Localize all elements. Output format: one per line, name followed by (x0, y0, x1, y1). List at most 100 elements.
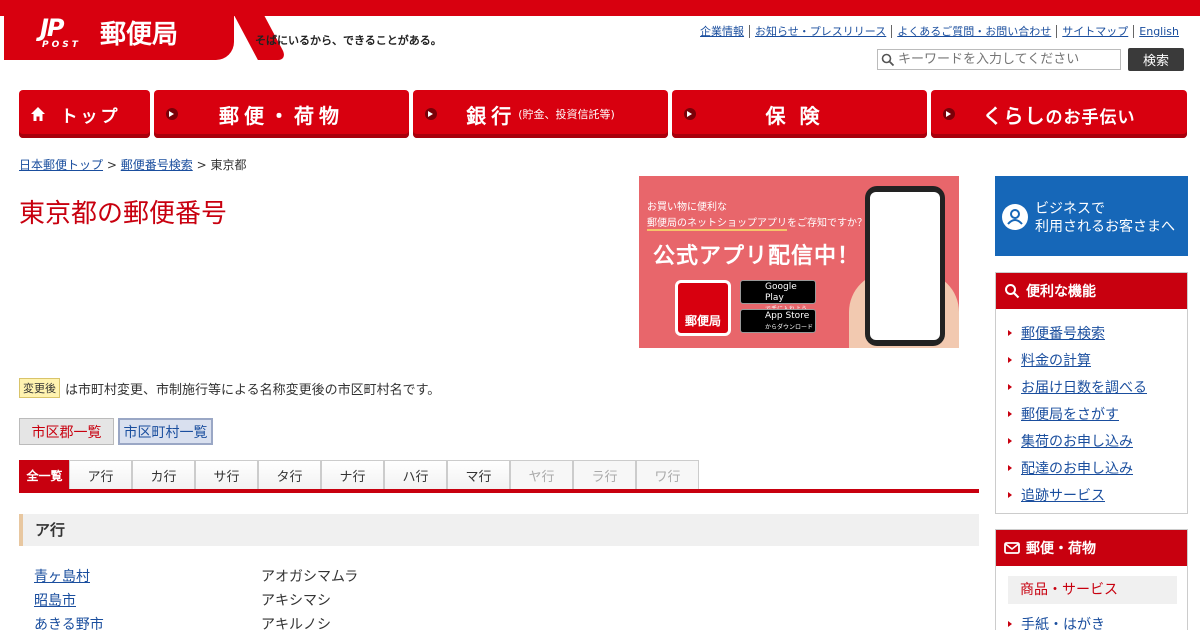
mail-list: 手紙・はがき (996, 604, 1187, 630)
sidebar-item-delivery-days: お届け日数を調べる (1008, 373, 1187, 400)
tab-sa[interactable]: サ行 (195, 460, 258, 489)
mail-subheading: 商品・サービス (1008, 576, 1177, 604)
feature-link[interactable]: 料金の計算 (1021, 350, 1091, 370)
sidebar-item-postal-search: 郵便番号検索 (1008, 319, 1187, 346)
google-play-label: Google Play (765, 282, 797, 303)
list-item: 昭島市 アキシマシ (34, 590, 734, 614)
app-banner[interactable]: お買い物に便利な 郵便局のネットショップアプリをご存知ですか？ 公式アプリ配信中… (639, 176, 959, 348)
tab-ha[interactable]: ハ行 (384, 460, 447, 489)
feature-link[interactable]: 郵便局をさがす (1021, 404, 1119, 424)
feature-link[interactable]: 追跡サービス (1021, 485, 1105, 505)
kana-tabs: 全一覧 ア行 カ行 サ行 タ行 ナ行 ハ行 マ行 ヤ行 ラ行 ワ行 (19, 460, 979, 493)
legend: 変更後 は市町村変更、市制施行等による名称変更後の市区町村名です。 (19, 378, 440, 398)
tab-ta[interactable]: タ行 (258, 460, 321, 489)
nav-top[interactable]: トップ (19, 90, 150, 138)
breadcrumb-home[interactable]: 日本郵便トップ (19, 158, 103, 172)
banner-headline: 公式アプリ配信中！ (653, 244, 861, 269)
sidebar-item-find-office: 郵便局をさがす (1008, 400, 1187, 427)
sidebar-item-tracking: 追跡サービス (1008, 481, 1187, 508)
nav-mail-label: 郵便・荷物 (219, 103, 344, 128)
breadcrumb: 日本郵便トップ > 郵便番号検索 > 東京都 (19, 156, 246, 173)
gun-list-button[interactable]: 市区郡一覧 (19, 418, 114, 445)
tab-a[interactable]: ア行 (69, 460, 132, 489)
nav-life-small: のお手伝い (1045, 107, 1136, 128)
sidebar-item-letters: 手紙・はがき (1008, 610, 1187, 630)
logo-post: POST (42, 40, 81, 50)
tab-ka[interactable]: カ行 (132, 460, 195, 489)
nav-insurance[interactable]: 保険 (672, 90, 927, 138)
banner-line2-rest: をご存知ですか？ (787, 218, 867, 229)
chevron-right-icon (943, 108, 955, 120)
logo-text: 郵便局 (100, 20, 179, 50)
home-icon (31, 107, 45, 121)
mail-panel: 郵便・荷物 商品・サービス 手紙・はがき (995, 529, 1188, 630)
page-title: 東京都の郵便番号 (19, 199, 228, 229)
feature-link[interactable]: お届け日数を調べる (1021, 377, 1147, 397)
city-link[interactable]: 青ヶ島村 (34, 566, 90, 586)
breadcrumb-sep: > (196, 158, 207, 172)
tab-wa: ワ行 (636, 460, 699, 489)
nav-insurance-label: 保険 (765, 103, 834, 128)
business-line2: 利用されるお客さまへ (1035, 219, 1175, 235)
nav-bank[interactable]: 銀行 (貯金、投資信託等) (413, 90, 668, 138)
tab-ra: ラ行 (573, 460, 636, 489)
features-list: 郵便番号検索 料金の計算 お届け日数を調べる 郵便局をさがす 集荷のお申し込み … (996, 309, 1187, 508)
person-icon (1002, 204, 1028, 230)
nav-life[interactable]: くらしのお手伝い (931, 90, 1187, 138)
feature-link[interactable]: 集荷のお申し込み (1021, 431, 1133, 451)
features-header: 便利な機能 (996, 273, 1187, 309)
sidebar-item-fee: 料金の計算 (1008, 346, 1187, 373)
changed-badge: 変更後 (19, 378, 60, 398)
section-heading: ア行 (19, 514, 979, 546)
tab-ya: ヤ行 (510, 460, 573, 489)
feature-link[interactable]: 配達のお申し込み (1021, 458, 1133, 478)
nav-mail[interactable]: 郵便・荷物 (154, 90, 409, 138)
chevron-right-icon (166, 108, 178, 120)
jp-post-logo-icon: JP POST (40, 14, 92, 52)
city-kana: アキシマシ (261, 593, 331, 609)
search-input[interactable] (898, 52, 1113, 67)
search-button[interactable]: 検索 (1128, 48, 1184, 71)
nav-top-label: トップ (60, 106, 121, 127)
link-corporate[interactable]: 企業情報 (695, 25, 749, 38)
shop-app-icon: 郵便局 (675, 280, 731, 336)
nav-bank-label: 銀行 (466, 103, 517, 128)
nav-bank-sub: (貯金、投資信託等) (518, 108, 615, 121)
phone-image (865, 186, 945, 346)
link-sitemap[interactable]: サイトマップ (1056, 25, 1133, 38)
tab-ma[interactable]: マ行 (447, 460, 510, 489)
mail-title: 郵便・荷物 (1026, 541, 1096, 557)
search-icon (1005, 284, 1020, 299)
link-faq[interactable]: よくあるご質問・お問い合わせ (891, 25, 1056, 38)
logo-mark: JP (40, 14, 64, 42)
tab-na[interactable]: ナ行 (321, 460, 384, 489)
search-box (877, 49, 1121, 70)
logo-area[interactable]: JP POST 郵便局 (4, 0, 234, 60)
breadcrumb-search[interactable]: 郵便番号検索 (121, 158, 193, 172)
city-list: 青ヶ島村 アオガシマムラ 昭島市 アキシマシ あきる野市 アキルノシ (34, 566, 734, 630)
app-store-label: App Store (765, 311, 810, 321)
mail-link[interactable]: 手紙・はがき (1021, 614, 1105, 630)
feature-link[interactable]: 郵便番号検索 (1021, 323, 1105, 343)
app-store-badge[interactable]: App Store からダウンロード (740, 309, 816, 333)
chevron-right-icon (684, 108, 696, 120)
chevron-right-icon (425, 108, 437, 120)
google-play-badge[interactable]: Google Play で手に入れよう (740, 280, 816, 313)
link-english[interactable]: English (1133, 25, 1184, 38)
list-item: あきる野市 アキルノシ (34, 614, 734, 630)
business-banner[interactable]: ビジネスで 利用されるお客さまへ (995, 176, 1188, 256)
city-list-button[interactable]: 市区町村一覧 (118, 418, 213, 445)
phone-screen (870, 192, 940, 340)
city-link[interactable]: あきる野市 (34, 614, 104, 630)
business-line1: ビジネスで (1035, 201, 1105, 217)
city-kana: アキルノシ (261, 617, 331, 630)
nav-life-main: くらし (982, 103, 1046, 128)
features-title: 便利な機能 (1026, 284, 1096, 300)
link-news[interactable]: お知らせ・プレスリリース (749, 25, 891, 38)
sidebar-item-pickup: 集荷のお申し込み (1008, 427, 1187, 454)
mail-icon (1004, 542, 1020, 554)
tab-all[interactable]: 全一覧 (19, 460, 70, 489)
city-link[interactable]: 昭島市 (34, 590, 76, 610)
utility-links: 企業情報 お知らせ・プレスリリース よくあるご質問・お問い合わせ サイトマップ … (695, 25, 1184, 38)
shop-app-label: 郵便局 (684, 314, 721, 328)
